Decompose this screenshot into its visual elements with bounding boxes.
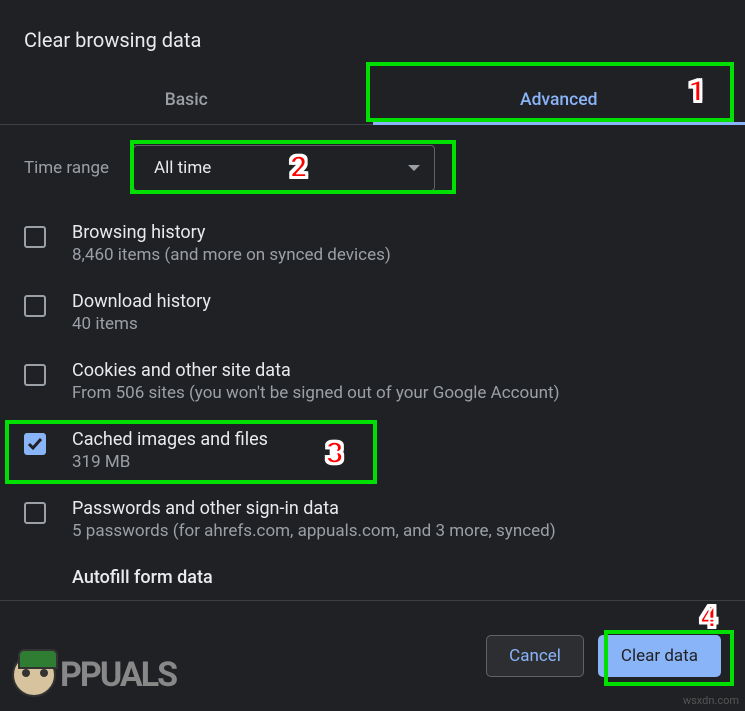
dialog-footer: Cancel Clear data	[0, 601, 745, 701]
option-text: Passwords and other sign-in data 5 passw…	[72, 498, 556, 541]
option-subtitle: 5 passwords (for ahrefs.com, appuals.com…	[72, 521, 556, 541]
option-subtitle: 319 MB	[72, 452, 268, 472]
tab-basic[interactable]: Basic	[0, 74, 373, 124]
option-text: Download history 40 items	[72, 291, 211, 334]
option-cookies[interactable]: Cookies and other site data From 506 sit…	[0, 347, 745, 416]
option-passwords[interactable]: Passwords and other sign-in data 5 passw…	[0, 485, 745, 554]
checkbox-cached[interactable]	[24, 433, 46, 455]
option-subtitle: 40 items	[72, 314, 211, 334]
option-subtitle: From 506 sites (you won't be signed out …	[72, 383, 560, 403]
option-browsing-history[interactable]: Browsing history 8,460 items (and more o…	[0, 209, 745, 278]
clear-data-button[interactable]: Clear data	[598, 635, 721, 677]
options-list: Browsing history 8,460 items (and more o…	[0, 203, 745, 588]
time-range-value: All time	[154, 158, 211, 178]
checkbox-browsing-history[interactable]	[24, 226, 46, 248]
option-title: Passwords and other sign-in data	[72, 498, 556, 519]
option-text: Browsing history 8,460 items (and more o…	[72, 222, 391, 265]
time-range-select[interactable]: All time	[133, 145, 435, 191]
option-text: Cookies and other site data From 506 sit…	[72, 360, 560, 403]
time-range-label: Time range	[24, 158, 109, 178]
checkbox-download-history[interactable]	[24, 295, 46, 317]
option-title: Download history	[72, 291, 211, 312]
tab-advanced-label: Advanced	[520, 90, 598, 110]
chevron-down-icon	[408, 165, 420, 171]
cancel-button[interactable]: Cancel	[486, 635, 584, 677]
checkbox-cookies[interactable]	[24, 364, 46, 386]
checkbox-passwords[interactable]	[24, 502, 46, 524]
option-text: Cached images and files 319 MB	[72, 429, 268, 472]
tab-advanced[interactable]: Advanced	[373, 74, 745, 124]
option-title: Cached images and files	[72, 429, 268, 450]
tab-basic-label: Basic	[165, 90, 208, 110]
option-autofill-title: Autofill form data	[0, 554, 745, 588]
time-range-row: Time range All time	[0, 125, 745, 203]
option-subtitle: 8,460 items (and more on synced devices)	[72, 245, 391, 265]
dialog-title: Clear browsing data	[0, 0, 745, 74]
option-title: Cookies and other site data	[72, 360, 560, 381]
option-download-history[interactable]: Download history 40 items	[0, 278, 745, 347]
option-cached[interactable]: Cached images and files 319 MB	[0, 416, 745, 485]
clear-browsing-data-dialog: Clear browsing data Basic Advanced Time …	[0, 0, 745, 711]
tabs: Basic Advanced	[0, 74, 745, 125]
option-title: Browsing history	[72, 222, 391, 243]
